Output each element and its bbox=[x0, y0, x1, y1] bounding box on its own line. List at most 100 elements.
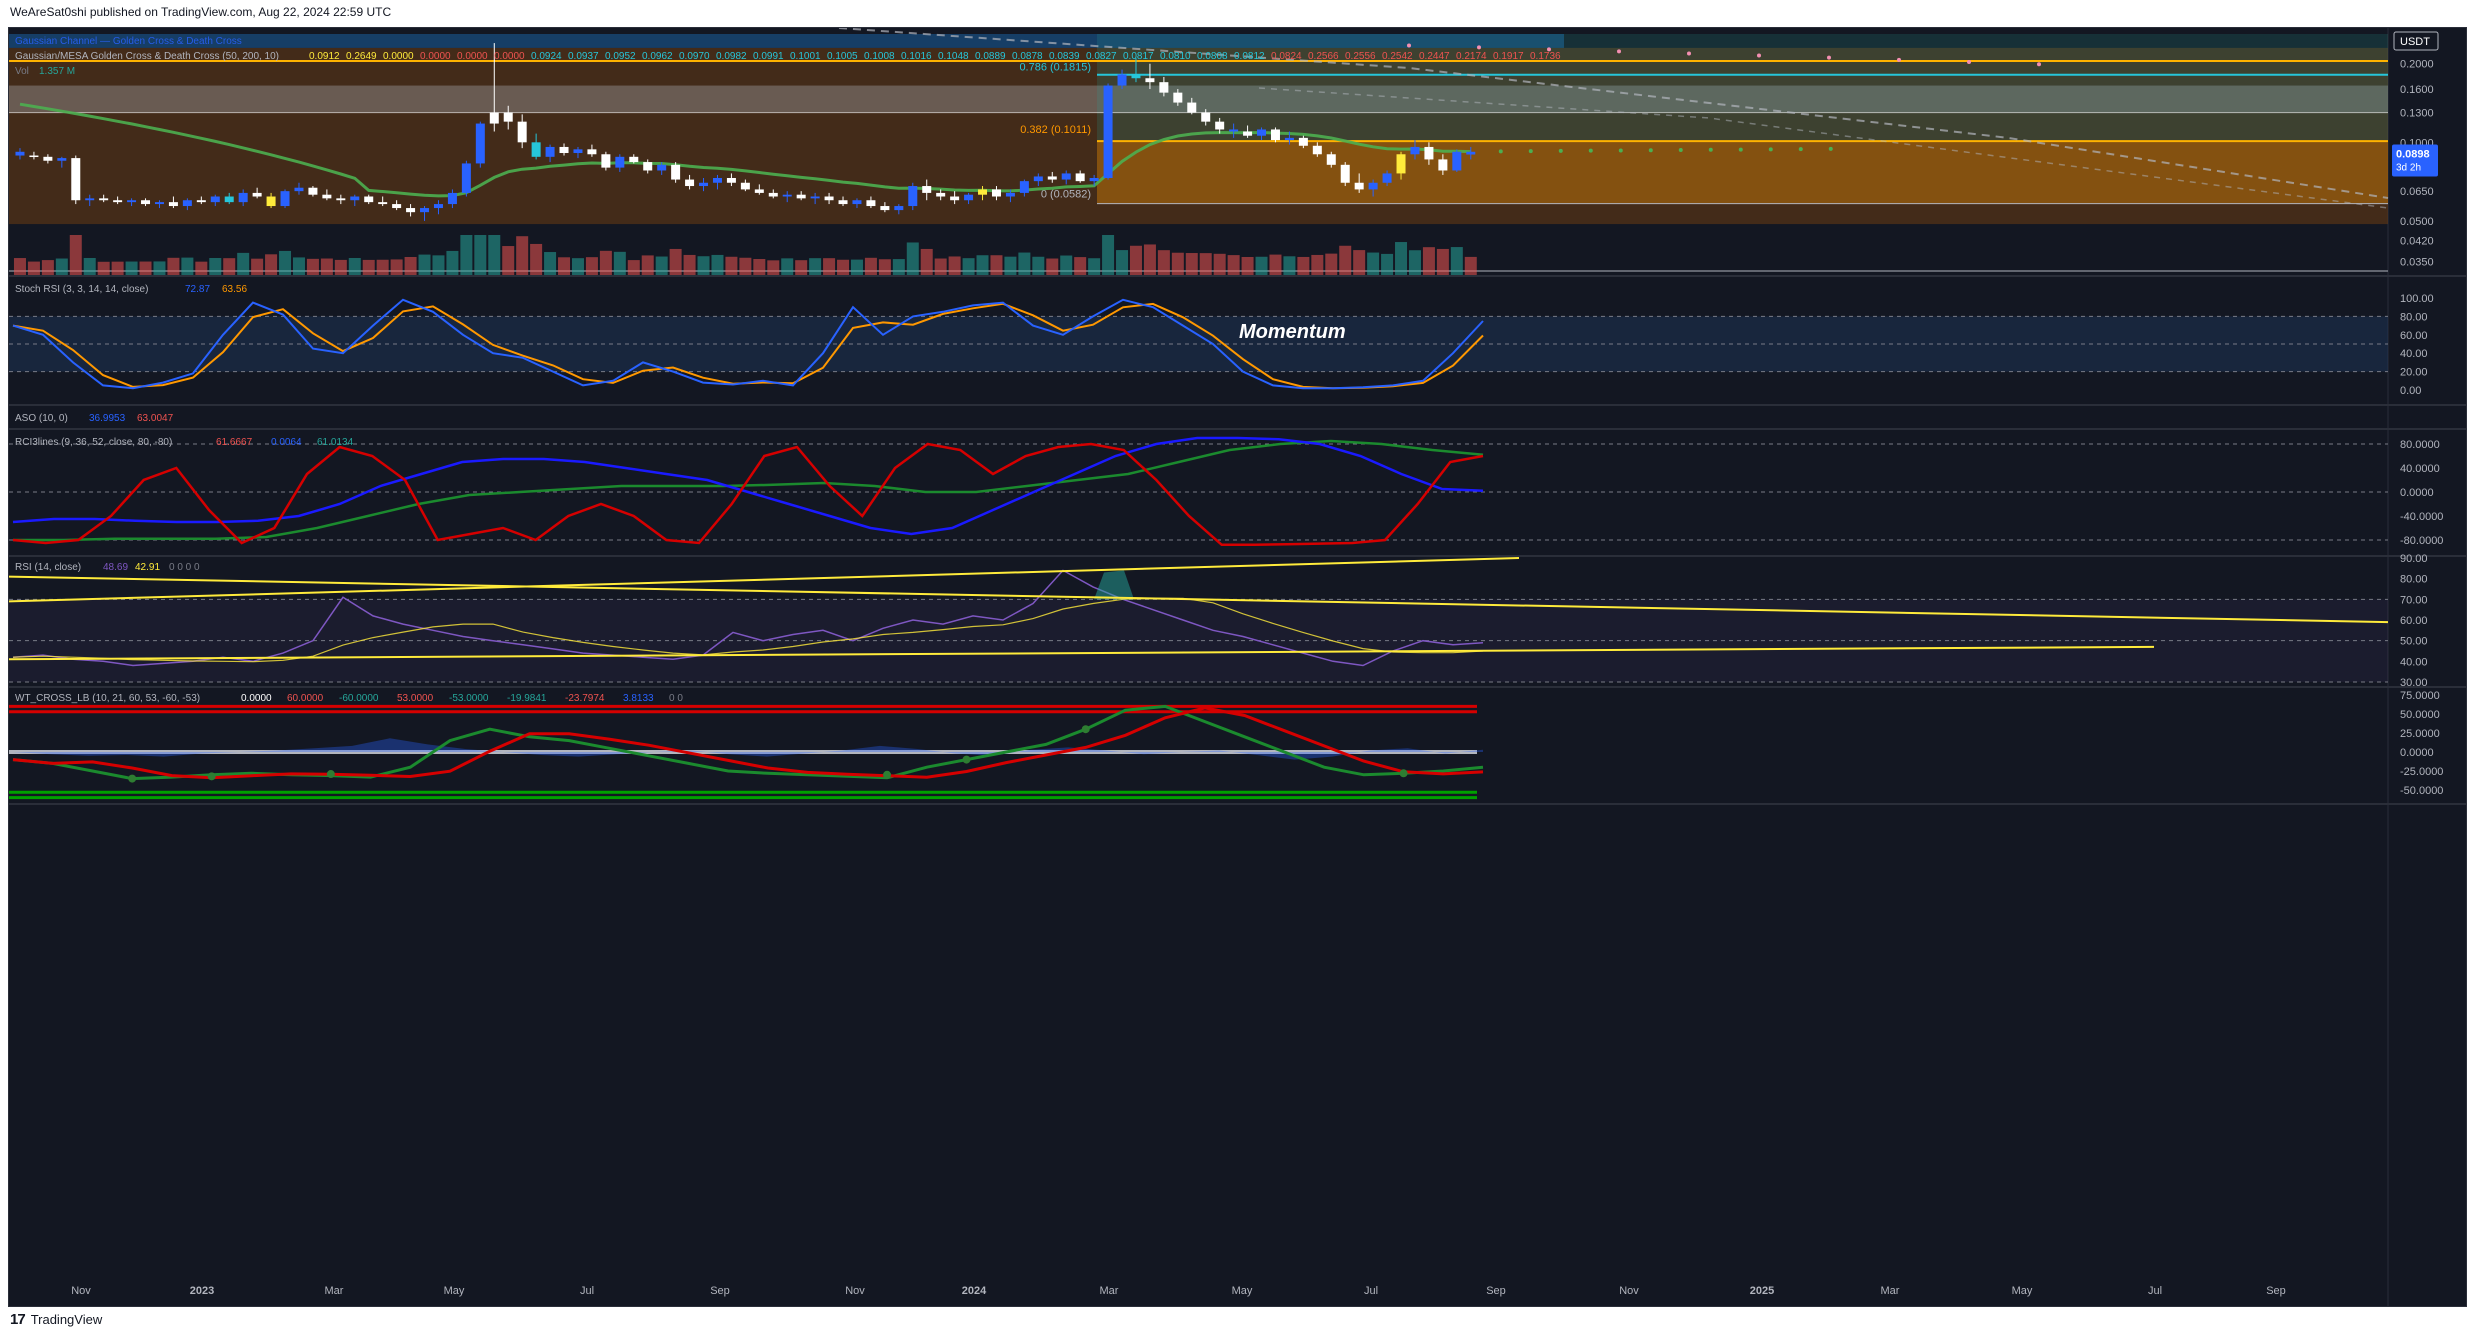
candle-body bbox=[1424, 146, 1434, 160]
stoch-k-value: 72.87 bbox=[185, 284, 210, 295]
wt-axis-tick: 75.0000 bbox=[2400, 690, 2440, 702]
price-axis-tick: 0.0420 bbox=[2400, 236, 2434, 248]
wt-axis-tick: 25.0000 bbox=[2400, 728, 2440, 740]
ma-projection-dot bbox=[1648, 148, 1653, 153]
volume-bar bbox=[948, 256, 961, 275]
volume-bar bbox=[1297, 256, 1310, 275]
volume-bar bbox=[837, 259, 850, 275]
candle-body bbox=[852, 200, 862, 205]
time-axis-label: Jul bbox=[2148, 1285, 2162, 1297]
volume-bar bbox=[544, 252, 557, 275]
candle-body bbox=[1075, 173, 1085, 182]
time-axis-label: Jul bbox=[580, 1285, 594, 1297]
chart-canvas[interactable]: 0.786 (0.1815) 0.382 (0.1011) 0 (0.0582) 0.… bbox=[9, 28, 2466, 1306]
candle-body bbox=[699, 182, 709, 187]
volume-bar bbox=[1367, 252, 1380, 275]
aso-value-1: 36.9953 bbox=[89, 413, 126, 424]
candle-body bbox=[1340, 164, 1350, 183]
price-axis-tick: 0.1600 bbox=[2400, 84, 2434, 96]
candle-body bbox=[1061, 173, 1071, 180]
volume-bar bbox=[97, 261, 110, 275]
volume-bar bbox=[1129, 245, 1142, 275]
volume-bar bbox=[906, 242, 919, 275]
tradingview-logo-icon[interactable]: 17 bbox=[10, 1311, 26, 1328]
candle-body bbox=[252, 192, 262, 197]
volume-bar bbox=[1143, 244, 1156, 275]
rci-value-green: 61.0134 bbox=[317, 437, 354, 448]
volume-bar bbox=[1185, 253, 1198, 275]
volume-bar bbox=[460, 235, 473, 275]
fib-label-0: 0 (0.0582) bbox=[1041, 189, 1091, 201]
candle-body bbox=[1173, 92, 1183, 103]
candle-body bbox=[182, 200, 192, 207]
death-cross-dot bbox=[1827, 55, 1831, 60]
legend-value: 0.0839 bbox=[1049, 51, 1080, 62]
volume-bar bbox=[1464, 256, 1477, 275]
stoch-band bbox=[9, 316, 2388, 372]
wt-legend-value: -19.9841 bbox=[507, 693, 547, 704]
candle-body bbox=[57, 158, 67, 161]
legend-value: 0.0962 bbox=[642, 51, 673, 62]
time-axis-label: Sep bbox=[710, 1285, 730, 1297]
candle-body bbox=[141, 200, 151, 205]
candle-body bbox=[1312, 145, 1322, 155]
candle-body bbox=[1145, 78, 1155, 83]
candle-body bbox=[1089, 177, 1099, 182]
volume-bar bbox=[209, 257, 222, 275]
ma-projection-dot bbox=[1678, 148, 1683, 153]
rsi-legend-title: RSI (14, close) bbox=[15, 562, 81, 573]
wt-legend-value: 60.0000 bbox=[287, 693, 324, 704]
candle-body bbox=[1438, 159, 1448, 171]
fib-label-0382: 0.382 (0.1011) bbox=[1020, 124, 1091, 136]
wt-cross-dot bbox=[326, 770, 335, 779]
volume-bar bbox=[13, 258, 26, 275]
candle-body bbox=[1354, 182, 1364, 190]
rci-axis-tick: -40.0000 bbox=[2400, 511, 2443, 523]
volume-bar bbox=[279, 250, 292, 275]
volume-bar bbox=[697, 256, 710, 275]
candle-body bbox=[322, 194, 332, 199]
wt-axis-tick: 0.0000 bbox=[2400, 747, 2434, 759]
legend-value: 0.1008 bbox=[864, 51, 895, 62]
legend-volume-value: 1.357 M bbox=[39, 66, 75, 77]
volume-bar bbox=[306, 258, 319, 275]
rci-red-line bbox=[12, 442, 1484, 547]
candle-body bbox=[1368, 182, 1378, 190]
volume-bar bbox=[1199, 253, 1212, 275]
rsi-axis-tick: 90.00 bbox=[2400, 553, 2428, 565]
wt-axis-tick: -50.0000 bbox=[2400, 785, 2443, 797]
footer: 17 TradingView bbox=[10, 1311, 102, 1328]
candle-body bbox=[1131, 74, 1141, 79]
volume-bar bbox=[1157, 250, 1170, 275]
candle-body bbox=[1019, 181, 1029, 193]
candle-body bbox=[294, 187, 304, 192]
candle-body bbox=[1270, 129, 1280, 141]
legend-value: 0.2542 bbox=[1382, 51, 1413, 62]
tradingview-brand[interactable]: TradingView bbox=[31, 1312, 103, 1327]
candle-body bbox=[908, 186, 918, 207]
rci-axis-tick: 0.0000 bbox=[2400, 487, 2434, 499]
volume-bar bbox=[599, 250, 612, 275]
legend-value: 0.0912 bbox=[309, 51, 340, 62]
candle-body bbox=[754, 189, 764, 193]
rci-axis-tick: -80.0000 bbox=[2400, 535, 2443, 547]
candle-body bbox=[378, 202, 388, 205]
legend-value: 0.0827 bbox=[1086, 51, 1117, 62]
stoch-d-value: 63.56 bbox=[222, 284, 247, 295]
rsi-value: 48.69 bbox=[103, 562, 128, 573]
candle-body bbox=[420, 208, 430, 213]
candle-body bbox=[364, 196, 374, 203]
candle-body bbox=[1047, 176, 1057, 180]
chart-frame[interactable]: 0.786 (0.1815) 0.382 (0.1011) 0 (0.0582) 0.… bbox=[8, 27, 2467, 1307]
volume-bar bbox=[1395, 242, 1408, 275]
stoch-axis-tick: 40.00 bbox=[2400, 348, 2428, 360]
candle-body bbox=[964, 194, 974, 201]
volume-bar bbox=[739, 257, 752, 275]
candle-body bbox=[1201, 112, 1211, 122]
candle-body bbox=[768, 192, 778, 197]
candle-body bbox=[1215, 121, 1225, 130]
volume-bar bbox=[27, 261, 40, 275]
volume-bar bbox=[320, 258, 333, 275]
volume-bar bbox=[376, 259, 389, 275]
candle-body bbox=[15, 151, 25, 156]
